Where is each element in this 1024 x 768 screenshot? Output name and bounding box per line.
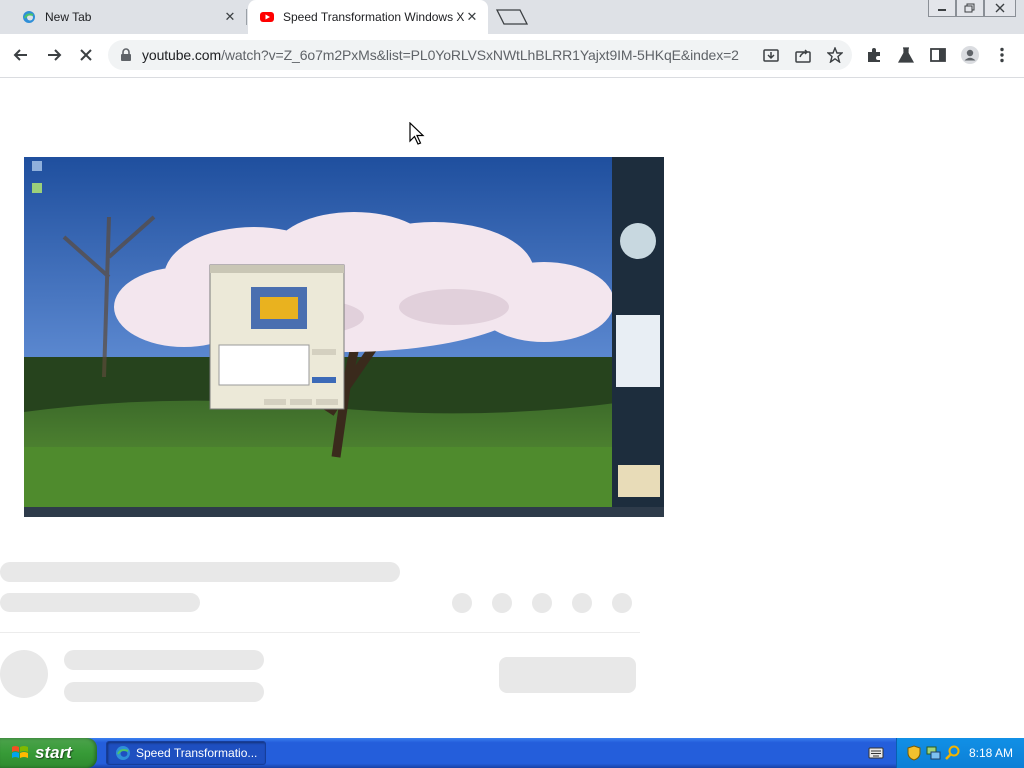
system-tray: 8:18 AM xyxy=(896,738,1024,768)
windows-taskbar: start Speed Transformatio... 8:18 AM xyxy=(0,738,1024,768)
side-panel-button[interactable] xyxy=(927,44,949,66)
minimize-icon xyxy=(938,9,946,11)
start-label: start xyxy=(35,743,72,762)
url-text[interactable]: youtube.com/watch?v=Z_6o7m2PxMs&list=PL0… xyxy=(142,47,739,63)
url-host: youtube.com xyxy=(142,47,222,63)
puzzle-icon xyxy=(868,48,880,62)
windows-logo-icon xyxy=(12,746,28,758)
restore-button[interactable] xyxy=(956,0,984,17)
keyboard-icon[interactable] xyxy=(868,746,884,760)
edge-icon xyxy=(116,746,130,760)
video-frame-image xyxy=(24,157,664,517)
arrow-left-icon xyxy=(13,49,27,61)
lock-icon xyxy=(121,48,131,61)
download-icon xyxy=(763,49,779,62)
divider xyxy=(0,632,640,633)
close-icon xyxy=(995,3,1005,13)
close-tab-icon[interactable]: ✕ xyxy=(464,9,480,25)
action-skeleton xyxy=(492,593,512,613)
tab-separator xyxy=(246,9,247,25)
chrome-menu-button[interactable] xyxy=(991,44,1013,66)
share-icon xyxy=(795,49,811,63)
clock: 8:18 AM xyxy=(969,746,1014,760)
close-icon xyxy=(80,49,92,61)
restore-icon xyxy=(964,3,975,13)
tab-label: New Tab xyxy=(45,10,92,24)
taskbar-item-browser[interactable]: Speed Transformatio... xyxy=(106,741,266,765)
share-button[interactable] xyxy=(792,44,814,66)
side-panel-icon xyxy=(930,48,946,62)
url-path: /watch?v=Z_6o7m2PxMs&list=PL0YoRLVSxNWtL… xyxy=(221,47,739,63)
channel-skeleton xyxy=(64,650,264,670)
profile-button[interactable] xyxy=(959,44,981,66)
tab-new-tab[interactable]: New Tab ✕ xyxy=(0,0,246,34)
new-tab-icon[interactable] xyxy=(496,9,528,25)
bookmark-button[interactable] xyxy=(824,44,846,66)
browser-toolbar: youtube.com/watch?v=Z_6o7m2PxMs&list=PL0… xyxy=(0,34,1024,78)
labs-button[interactable] xyxy=(895,44,917,66)
close-tab-icon[interactable]: ✕ xyxy=(222,9,238,25)
taskbar-item-label: Speed Transformatio... xyxy=(136,746,258,760)
channel-meta-skeleton xyxy=(64,682,264,702)
tab-strip: New Tab ✕ Speed Transformation Windows X… xyxy=(0,0,1024,34)
action-skeleton xyxy=(612,593,632,613)
flask-icon xyxy=(897,47,915,63)
subtitle-skeleton xyxy=(0,593,200,612)
more-vertical-icon xyxy=(1000,47,1004,63)
tab-youtube-video[interactable]: Speed Transformation Windows XP t ✕ xyxy=(248,0,488,34)
forward-button[interactable] xyxy=(43,44,65,66)
shield-icon[interactable] xyxy=(907,745,921,761)
edge-icon xyxy=(23,11,35,23)
stop-loading-button[interactable] xyxy=(75,44,97,66)
start-button[interactable]: start xyxy=(0,738,97,768)
avatar-icon xyxy=(961,46,979,64)
close-window-button[interactable] xyxy=(984,0,1016,17)
title-skeleton xyxy=(0,562,400,582)
install-app-button[interactable] xyxy=(760,44,782,66)
magnifier-icon[interactable] xyxy=(945,745,961,761)
arrow-right-icon xyxy=(48,49,62,61)
network-icon[interactable] xyxy=(925,745,941,761)
video-player[interactable] xyxy=(24,157,664,517)
tab-label: Speed Transformation Windows XP t xyxy=(283,10,464,24)
avatar-skeleton xyxy=(0,650,48,698)
back-button[interactable] xyxy=(10,44,32,66)
star-icon xyxy=(827,47,843,63)
action-skeleton xyxy=(572,593,592,613)
action-skeleton xyxy=(452,593,472,613)
address-bar[interactable]: youtube.com/watch?v=Z_6o7m2PxMs&list=PL0… xyxy=(108,40,852,70)
minimize-button[interactable] xyxy=(928,0,956,17)
youtube-icon xyxy=(260,12,274,22)
mouse-cursor-icon xyxy=(409,122,425,145)
extensions-button[interactable] xyxy=(863,44,885,66)
subscribe-skeleton xyxy=(499,657,636,693)
action-skeleton xyxy=(532,593,552,613)
